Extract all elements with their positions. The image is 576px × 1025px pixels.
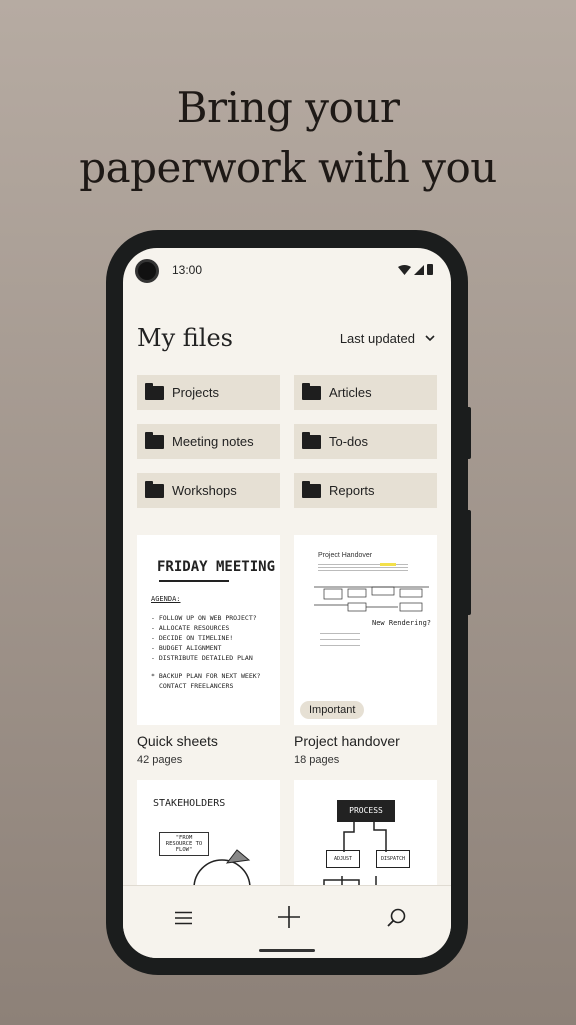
bottom-nav <box>123 885 451 958</box>
search-icon[interactable] <box>387 908 406 927</box>
card-title[interactable]: Project handover <box>294 733 400 749</box>
add-icon[interactable] <box>278 906 300 928</box>
page-title: My files <box>137 324 233 352</box>
card-thumbnail-quick-sheets[interactable]: FRIDAY MEETING AGENDA: - FOLLOW UP ON WE… <box>137 535 280 725</box>
card-pages: 42 pages <box>137 754 183 766</box>
folder-to-dos[interactable]: To-dos <box>294 424 437 459</box>
signal-icon <box>414 265 424 275</box>
folder-icon <box>302 480 321 498</box>
chevron-down-icon <box>425 335 435 342</box>
headline: Bring your paperwork with you <box>79 83 497 192</box>
card-pages: 18 pages <box>294 754 340 766</box>
folder-icon <box>302 382 321 400</box>
folder-meeting-notes[interactable]: Meeting notes <box>137 424 280 459</box>
battery-icon <box>427 264 433 275</box>
important-badge: Important <box>300 701 365 719</box>
card-thumbnail-project-handover[interactable]: Project Handover New Rendering? Importan… <box>294 535 437 725</box>
folder-reports[interactable]: Reports <box>294 473 437 508</box>
folder-icon <box>302 431 321 449</box>
folder-icon <box>145 382 164 400</box>
menu-icon[interactable] <box>175 911 192 925</box>
card-title[interactable]: Quick sheets <box>137 733 218 749</box>
home-indicator[interactable] <box>259 949 315 952</box>
sort-dropdown[interactable]: Last updated <box>340 331 435 346</box>
folder-workshops[interactable]: Workshops <box>137 473 280 508</box>
card-thumbnail-stakeholders[interactable]: STAKEHOLDERS "FROM RESOURCE TO FLOW" <box>137 780 280 890</box>
folder-articles[interactable]: Articles <box>294 375 437 410</box>
system-icons <box>398 264 433 275</box>
card-thumbnail-process[interactable]: PROCESS ADJUST DISPATCH <box>294 780 437 890</box>
status-time: 13:00 <box>172 263 203 277</box>
folder-icon <box>145 480 164 498</box>
wifi-icon <box>398 265 411 275</box>
phone-frame: 13:00 My files Last updated Projects Art… <box>106 230 468 975</box>
folder-icon <box>145 431 164 449</box>
screen: 13:00 My files Last updated Projects Art… <box>123 248 451 958</box>
camera-icon <box>135 259 159 283</box>
folder-projects[interactable]: Projects <box>137 375 280 410</box>
